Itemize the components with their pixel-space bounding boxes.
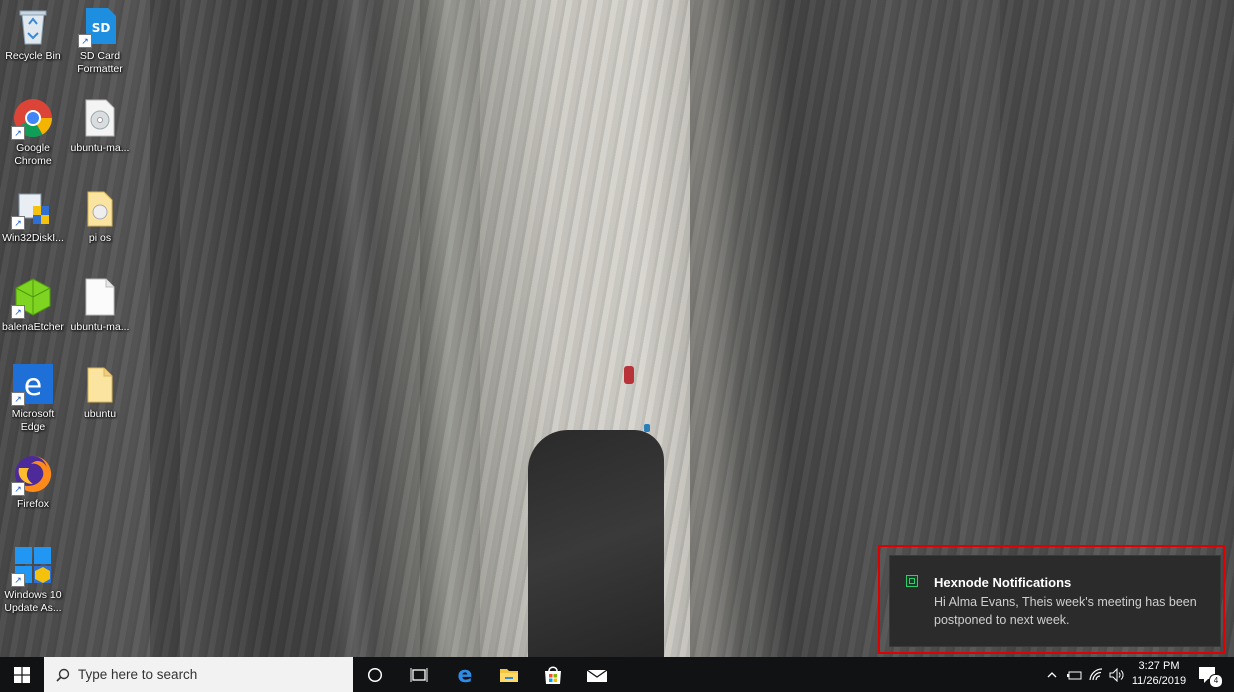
battery-tray-button[interactable] <box>1066 657 1084 692</box>
desktop-icon-label: Recycle Bin <box>5 50 61 62</box>
desktop-icon-label: Win32DiskI... <box>2 232 64 244</box>
taskbar-clock[interactable]: 3:27 PM 11/26/2019 <box>1126 657 1192 692</box>
desktop-icon-label: balenaEtcher <box>2 321 64 333</box>
taskbar-edge-button[interactable]: e <box>443 657 487 692</box>
search-placeholder: Type here to search <box>78 667 198 682</box>
win32-disk-imager-icon: ↗ <box>11 186 55 230</box>
desktop-icon-microsoft-edge[interactable]: e ↗ Microsoft Edge <box>0 362 66 434</box>
desktop-icon-windows-10-update-assistant[interactable]: ↗ Windows 10 Update As... <box>0 543 66 615</box>
shortcut-arrow-icon: ↗ <box>11 126 25 140</box>
taskbar: Type here to search e 3:27 PM 11/26/2019… <box>0 657 1234 692</box>
desktop-icon-ubuntu-folder[interactable]: ubuntu <box>67 362 133 421</box>
volume-tray-button[interactable] <box>1108 657 1126 692</box>
show-hidden-icons-button[interactable] <box>1044 657 1060 692</box>
chrome-icon: ↗ <box>11 96 55 140</box>
store-icon <box>545 666 561 684</box>
folder-icon <box>78 186 122 230</box>
desktop-icon-ubuntu-document[interactable]: ubuntu-ma... <box>67 275 133 334</box>
action-center-button[interactable]: 4 <box>1194 657 1223 692</box>
taskbar-file-explorer-button[interactable] <box>487 657 531 692</box>
clock-time: 3:27 PM <box>1138 660 1180 672</box>
task-view-button[interactable] <box>397 657 441 692</box>
windows-update-icon: ↗ <box>11 543 55 587</box>
folder-icon <box>78 362 122 406</box>
recycle-bin-icon <box>11 4 55 48</box>
rock-boulder <box>528 430 664 657</box>
desktop-icon-label: ubuntu <box>83 408 117 420</box>
speaker-icon <box>1109 667 1124 682</box>
desktop-icon-sd-card-formatter[interactable]: SD ↗ SD Card Formatter <box>67 4 133 76</box>
desktop-icon-balena-etcher[interactable]: ↗ balenaEtcher <box>0 275 66 334</box>
desktop-icon-pi-os[interactable]: pi os <box>67 186 133 245</box>
climber-figure-2 <box>644 424 650 432</box>
edge-icon: e <box>458 665 473 685</box>
desktop-icon-label: Google Chrome <box>14 142 52 167</box>
search-icon <box>56 668 70 682</box>
cortana-icon <box>367 667 383 682</box>
desktop-icon-label: SD Card Formatter <box>77 50 123 75</box>
desktop-icon-google-chrome[interactable]: ↗ Google Chrome <box>0 96 66 168</box>
task-view-icon <box>410 667 428 682</box>
taskbar-store-button[interactable] <box>531 657 575 692</box>
taskbar-search-box[interactable]: Type here to search <box>44 657 353 692</box>
firefox-icon: ↗ <box>11 452 55 496</box>
windows-logo-icon <box>14 666 30 683</box>
wifi-icon <box>1089 667 1103 680</box>
desktop-icon-label: Windows 10 Update As... <box>4 589 62 614</box>
mail-icon <box>586 668 608 682</box>
shortcut-arrow-icon: ↗ <box>78 34 92 48</box>
taskbar-mail-button[interactable] <box>575 657 619 692</box>
svg-text:SD: SD <box>92 21 111 35</box>
shortcut-arrow-icon: ↗ <box>11 573 25 587</box>
desktop-icon-label: Microsoft Edge <box>11 408 55 433</box>
desktop-icon-label: Firefox <box>16 498 50 510</box>
disc-image-icon <box>78 96 122 140</box>
notification-count-badge: 4 <box>1209 674 1223 688</box>
cortana-button[interactable] <box>353 657 397 692</box>
sd-card-icon: SD ↗ <box>78 4 122 48</box>
document-icon <box>78 275 122 319</box>
desktop-icon-label: pi os <box>88 232 112 244</box>
shortcut-arrow-icon: ↗ <box>11 305 25 319</box>
shortcut-arrow-icon: ↗ <box>11 482 25 496</box>
desktop-icon-recycle-bin[interactable]: Recycle Bin <box>0 4 66 63</box>
file-explorer-icon <box>500 668 518 682</box>
desktop-icon-ubuntu-image[interactable]: ubuntu-ma... <box>67 96 133 155</box>
notification-message: Hi Alma Evans, Theis week's meeting has … <box>934 595 1197 627</box>
desktop-icon-label: ubuntu-ma... <box>70 142 130 154</box>
balena-etcher-icon: ↗ <box>11 275 55 319</box>
battery-icon <box>1067 671 1082 679</box>
climber-figure <box>624 366 634 384</box>
desktop-icon-label: ubuntu-ma... <box>70 321 130 333</box>
start-button[interactable] <box>0 657 44 692</box>
chevron-up-icon <box>1047 671 1057 677</box>
desktop-icon-win32-disk-imager[interactable]: ↗ Win32DiskI... <box>0 186 66 245</box>
svg-text:e: e <box>458 665 473 685</box>
notification-title: Hexnode Notifications <box>934 575 1072 590</box>
clock-date: 11/26/2019 <box>1131 675 1187 687</box>
shortcut-arrow-icon: ↗ <box>11 216 25 230</box>
network-tray-button[interactable] <box>1088 657 1106 692</box>
hexnode-app-icon <box>906 575 918 587</box>
desktop-icon-firefox[interactable]: ↗ Firefox <box>0 452 66 511</box>
svg-text:e: e <box>24 368 42 403</box>
notification-toast[interactable]: Hexnode Notifications Hi Alma Evans, The… <box>890 556 1220 646</box>
shortcut-arrow-icon: ↗ <box>11 392 25 406</box>
edge-icon: e ↗ <box>11 362 55 406</box>
